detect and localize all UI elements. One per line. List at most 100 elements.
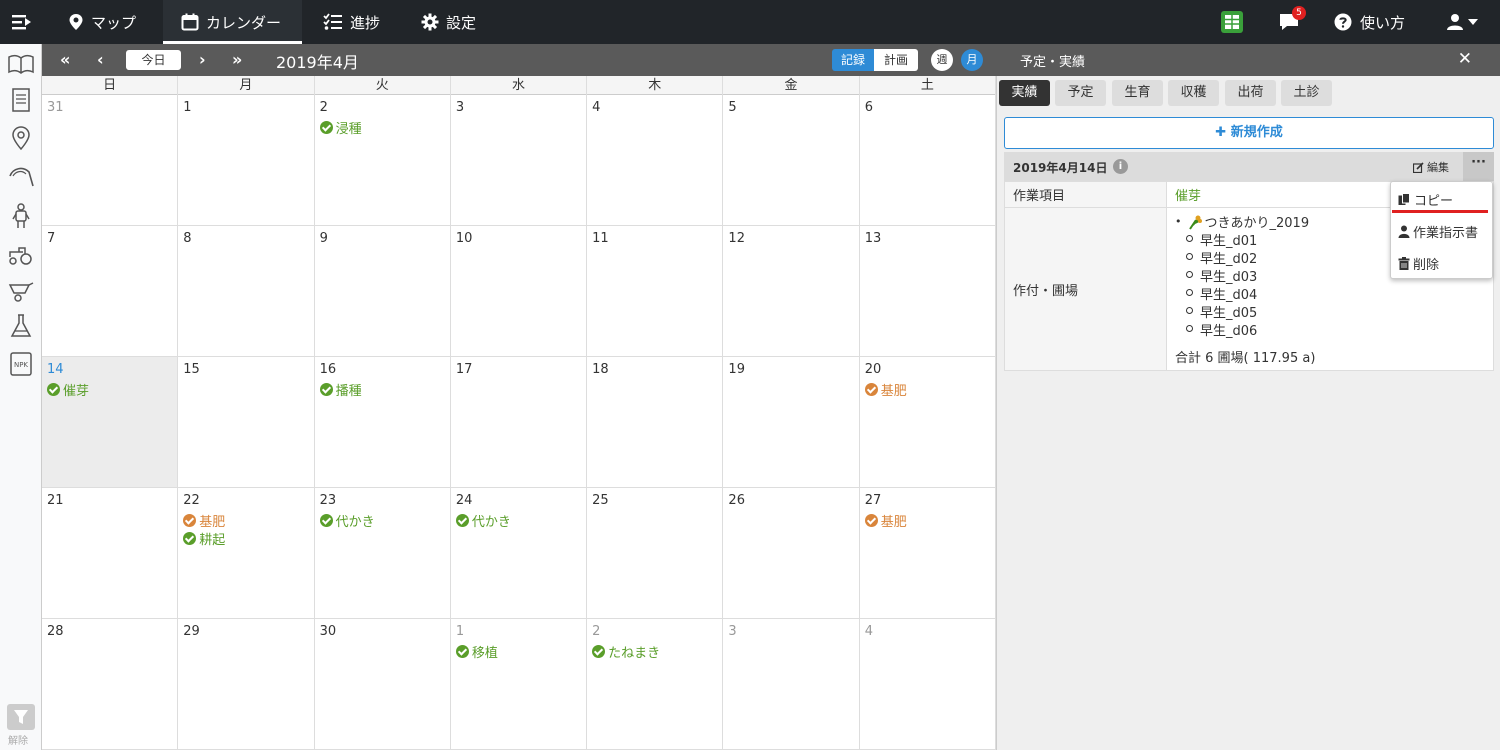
tab-soil[interactable]: 土診 [1281,80,1332,106]
day-cell[interactable]: 26 [723,488,860,619]
day-cell[interactable]: 4 [859,619,996,750]
calendar-event[interactable]: 基肥 [183,511,308,530]
help-button[interactable]: 使い方 [1334,0,1405,44]
day-cell[interactable]: 23 代かき [314,488,451,619]
flask-icon[interactable] [7,312,35,340]
record-toggle[interactable]: 記録 [832,49,874,71]
day-cell[interactable]: 27 基肥 [859,488,996,619]
day-number: 5 [728,100,737,115]
day-cell[interactable]: 18 [587,357,724,488]
day-cell[interactable]: 30 [314,619,451,750]
nav-calendar[interactable]: カレンダー [163,0,302,44]
day-cell[interactable]: 21 [42,488,179,619]
wheelbarrow-icon[interactable] [7,276,35,304]
report-button[interactable] [1220,0,1244,44]
day-cell[interactable]: 9 [314,226,451,357]
day-cell[interactable]: 31 [42,95,179,226]
calendar-event[interactable]: 基肥 [864,511,990,530]
day-number: 15 [183,362,200,377]
day-cell[interactable]: 6 [859,95,996,226]
new-record-button[interactable]: ✚ 新規作成 [1004,117,1494,149]
day-cell[interactable]: 1 [178,95,315,226]
calendar-event[interactable]: 移植 [455,642,581,661]
next-month-icon[interactable]: › [199,50,206,69]
menu-item-copy[interactable]: コピー [1398,190,1453,209]
crop-name: つきあかり_2019 [1204,216,1310,231]
user-menu-button[interactable] [1446,0,1478,44]
calendar-icon [181,13,199,31]
nav-map[interactable]: マップ [68,0,136,44]
worker-icon[interactable] [7,202,35,230]
calendar-event[interactable]: 播種 [319,380,445,399]
tab-growth[interactable]: 生育 [1112,80,1163,106]
calendar-event[interactable]: 浸種 [319,118,445,137]
day-cell[interactable]: 13 [859,226,996,357]
location-pin-icon[interactable] [7,124,35,152]
tab-plans[interactable]: 予定 [1055,80,1106,106]
calendar-event[interactable]: 耕起 [183,529,308,548]
day-cell[interactable]: 10 [450,226,588,357]
day-cell[interactable]: 16 播種 [314,357,451,488]
tool-sidebar: NPK 解除 [0,44,42,750]
day-cell[interactable]: 1 移植 [450,619,588,750]
day-cell[interactable]: 5 [723,95,860,226]
day-cell[interactable]: 11 [587,226,724,357]
menu-item-work-instruction[interactable]: 作業指示書 [1398,222,1478,241]
sickle-icon[interactable] [7,162,35,190]
day-cell[interactable]: 20 基肥 [859,357,996,488]
month-view-button[interactable]: 月 [961,49,983,71]
notification-badge: 5 [1292,6,1306,20]
day-cell[interactable]: 7 [42,226,179,357]
day-cell[interactable]: 24 代かき [450,488,588,619]
day-cell[interactable]: 4 [587,95,724,226]
gear-icon [421,13,439,31]
prev-year-icon[interactable]: « [60,50,70,69]
tab-records[interactable]: 実績 [999,80,1050,106]
check-circle-icon [319,120,333,134]
document-icon[interactable] [7,86,35,114]
day-cell[interactable]: 3 [723,619,860,750]
book-icon[interactable] [7,50,35,78]
calendar-event[interactable]: 催芽 [47,380,172,399]
menu-item-delete[interactable]: 削除 [1398,254,1439,273]
day-cell[interactable]: 25 [587,488,724,619]
tab-shipping[interactable]: 出荷 [1225,80,1276,106]
next-year-icon[interactable]: » [232,50,242,69]
calendar-event[interactable]: たねまき [592,642,717,661]
filter-reset-button[interactable] [7,704,35,730]
plan-toggle[interactable]: 計画 [874,49,918,71]
day-cell[interactable]: 14 催芽 [42,357,179,488]
day-cell[interactable]: 19 [723,357,860,488]
prev-month-icon[interactable]: ‹ [97,50,104,69]
nav-settings[interactable]: 設定 [421,0,476,44]
schedule-panel: 実績 予定 生育 収穫 出荷 土診 ✚ 新規作成 2019年4月14日 i 編集… [996,76,1500,750]
edit-button[interactable]: 編集 [1413,159,1449,175]
calendar-event[interactable]: 代かき [455,511,581,530]
day-cell[interactable]: 2 たねまき [587,619,724,750]
tab-harvest[interactable]: 収穫 [1168,80,1219,106]
day-cell[interactable]: 8 [178,226,315,357]
day-cell[interactable]: 2 浸種 [314,95,451,226]
day-cell[interactable]: 12 [723,226,860,357]
fertilizer-bag-icon[interactable]: NPK [7,350,35,378]
tractor-icon[interactable] [7,240,35,268]
day-cell[interactable]: 15 [178,357,315,488]
bullet-icon: • [1175,215,1182,228]
day-cell[interactable]: 3 [450,95,588,226]
close-icon[interactable]: ✕ [1458,49,1472,69]
day-cell[interactable]: 28 [42,619,179,750]
day-cell[interactable]: 29 [178,619,315,750]
today-button[interactable]: 今日 [126,50,181,70]
day-cell[interactable]: 22 基肥 耕起 [178,488,315,619]
more-options-icon[interactable]: ··· [1463,152,1494,181]
day-number: 31 [47,100,64,115]
crop-field-label: 作付・圃場 [1005,208,1167,370]
week-view-button[interactable]: 週 [931,49,953,71]
nav-progress[interactable]: 進捗 [323,0,380,44]
info-icon[interactable]: i [1113,159,1128,174]
calendar-event[interactable]: 基肥 [864,380,990,399]
calendar-event[interactable]: 代かき [319,511,445,530]
menu-toggle-icon[interactable] [10,10,34,34]
notifications-button[interactable]: 5 [1278,0,1306,44]
day-cell[interactable]: 17 [450,357,588,488]
